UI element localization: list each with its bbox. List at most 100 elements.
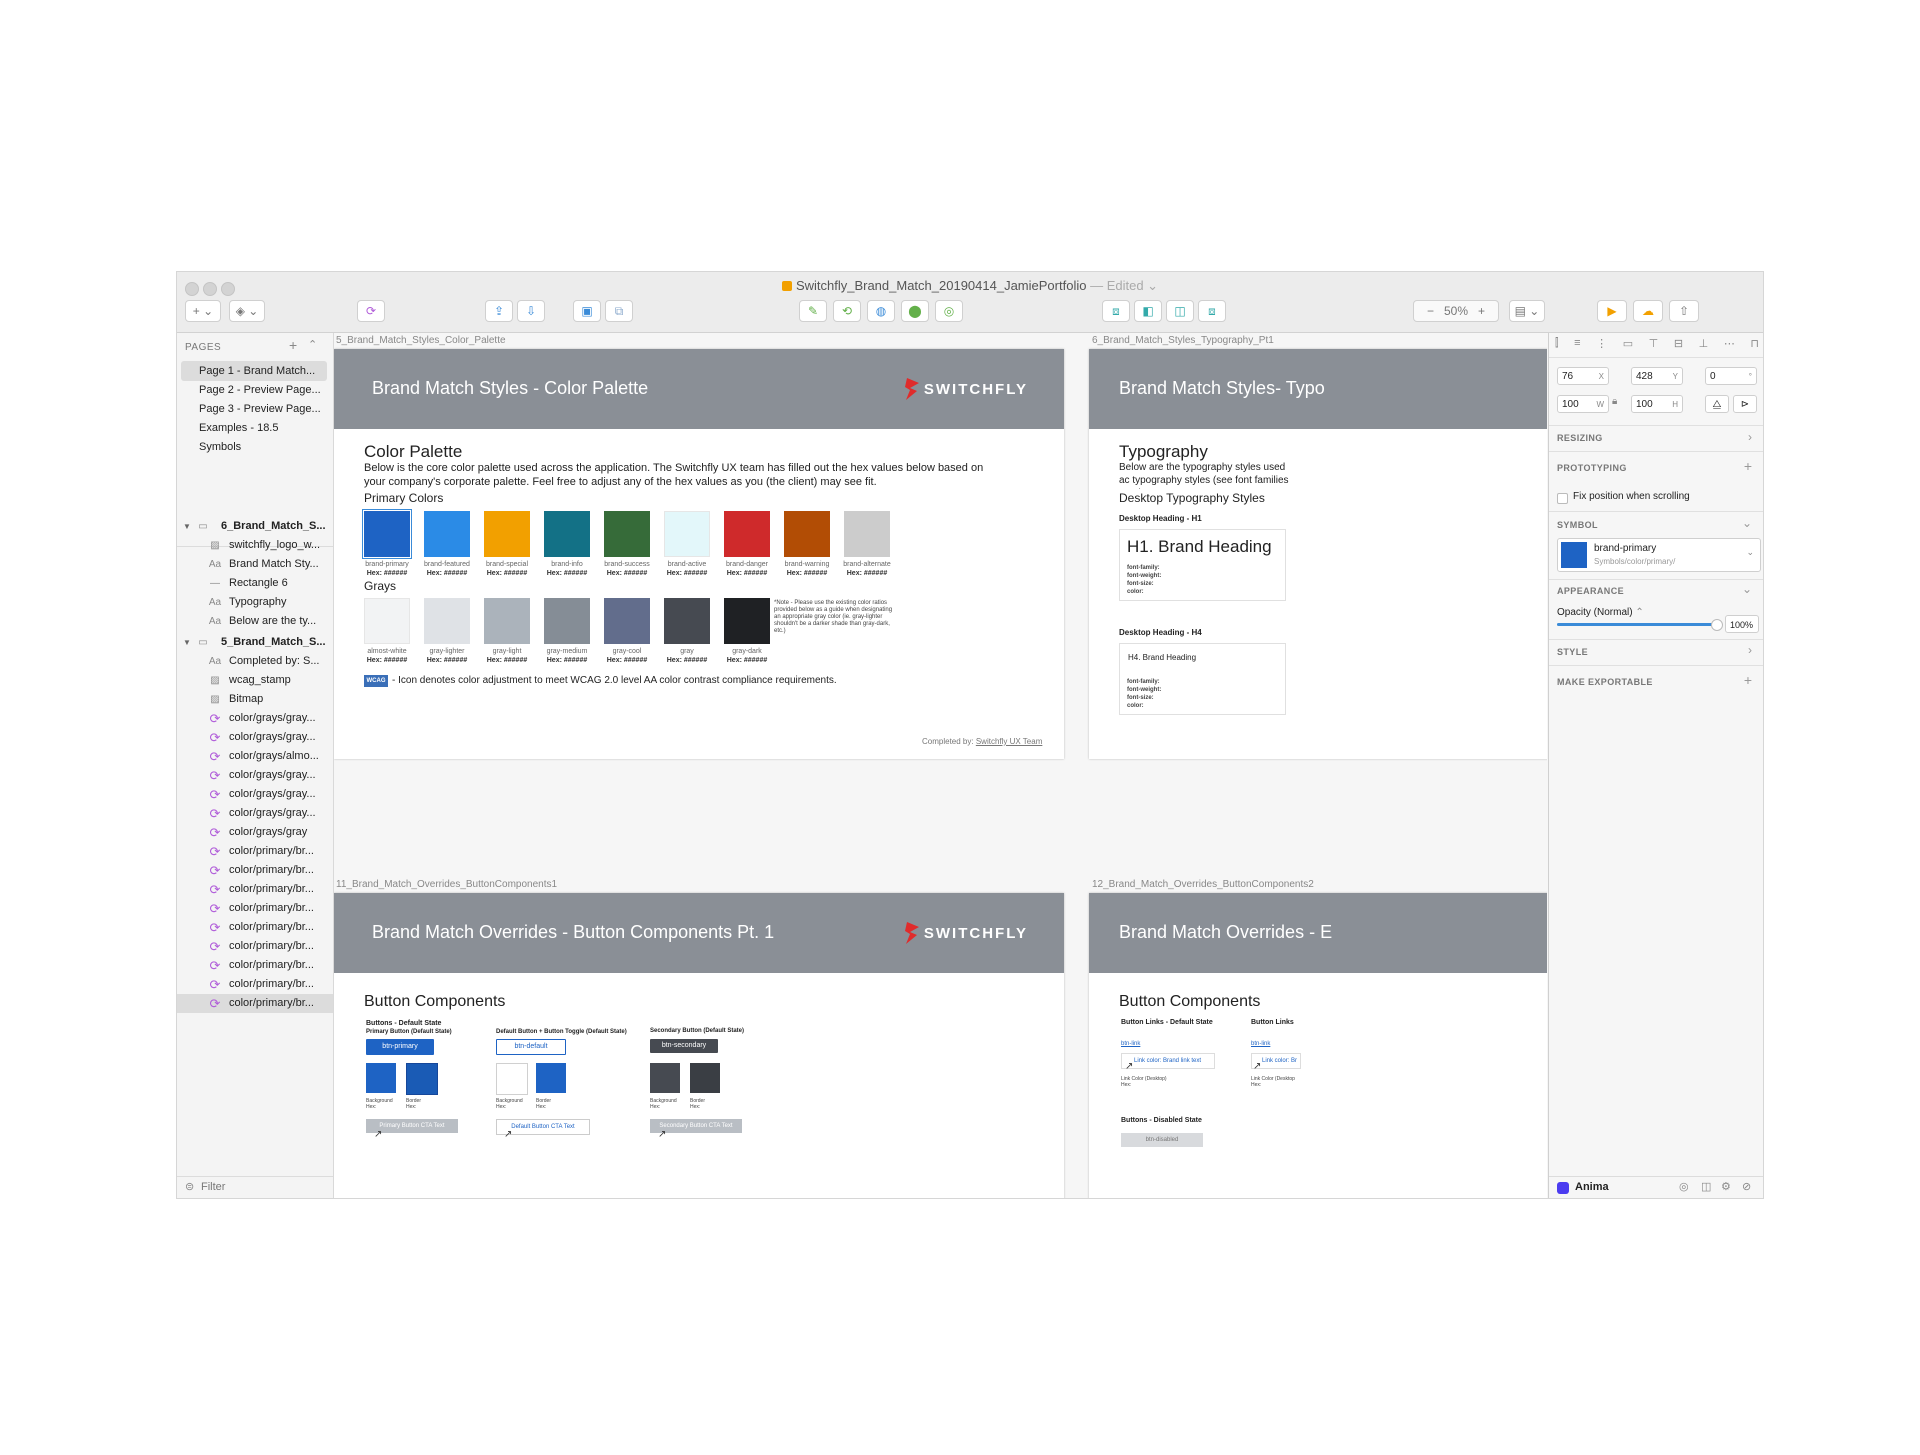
artboard-typography[interactable]: Brand Match Styles- Typo Typography Belo… bbox=[1089, 349, 1547, 759]
layer-item[interactable]: ▨ wcag_stamp bbox=[177, 671, 333, 690]
height-input[interactable]: 100 H bbox=[1631, 395, 1683, 413]
anima-label[interactable]: Anima bbox=[1575, 1181, 1609, 1193]
resizing-section[interactable]: RESIZING bbox=[1557, 433, 1603, 443]
plus-icon[interactable]: + bbox=[1744, 672, 1752, 688]
preview-button[interactable]: ▶ bbox=[1597, 300, 1627, 322]
layers-menu-button[interactable]: ◈ ⌄ bbox=[229, 300, 265, 322]
artboard-label[interactable]: 6_Brand_Match_Styles_Typography_Pt1 bbox=[1092, 335, 1274, 346]
layer-item[interactable]: ⟳ color/primary/br... bbox=[177, 975, 333, 994]
mask-button[interactable]: ◎ bbox=[935, 300, 963, 322]
edit-button[interactable]: ✎ bbox=[799, 300, 827, 322]
rotate-button[interactable]: ◍ bbox=[867, 300, 895, 322]
align-top-icon[interactable]: ⊤ bbox=[1649, 337, 1659, 353]
layer-item[interactable]: ⟳ color/primary/br... bbox=[177, 861, 333, 880]
layer-item[interactable]: — Rectangle 6 bbox=[177, 574, 333, 593]
layer-item[interactable]: ⟳ color/grays/gray... bbox=[177, 728, 333, 747]
appearance-section[interactable]: APPEARANCE bbox=[1557, 586, 1624, 596]
backward-button[interactable]: ⇩ bbox=[517, 300, 545, 322]
plus-icon[interactable]: + bbox=[1744, 458, 1752, 474]
layer-item[interactable]: ⟳ color/grays/gray... bbox=[177, 709, 333, 728]
distribute-icon[interactable]: ⋮ bbox=[1596, 337, 1607, 353]
align-bottom-icon[interactable]: ⊥ bbox=[1699, 337, 1709, 353]
layer-item[interactable]: ⟳ color/grays/gray... bbox=[177, 804, 333, 823]
filter-icon[interactable]: ⊜ bbox=[185, 1180, 194, 1193]
filter-input[interactable]: Filter bbox=[201, 1181, 225, 1193]
page-item[interactable]: Page 1 - Brand Match... bbox=[181, 361, 327, 381]
ungroup-button[interactable]: ⧉ bbox=[605, 300, 633, 322]
color-swatch[interactable] bbox=[362, 509, 412, 559]
color-swatch[interactable] bbox=[424, 511, 470, 557]
layer-item[interactable]: ⟳ color/primary/br... bbox=[177, 899, 333, 918]
layer-item[interactable]: ⟳ color/grays/gray... bbox=[177, 785, 333, 804]
difference-button[interactable]: ⧈ bbox=[1198, 300, 1226, 322]
artboard-label[interactable]: 5_Brand_Match_Styles_Color_Palette bbox=[336, 335, 506, 346]
flatten-button[interactable]: ⬤ bbox=[901, 300, 929, 322]
insert-button[interactable]: + ⌄ bbox=[185, 300, 221, 322]
color-swatch[interactable] bbox=[724, 511, 770, 557]
page-item[interactable]: Page 3 - Preview Page... bbox=[181, 399, 327, 419]
anima-help-icon[interactable]: ⊘ bbox=[1742, 1180, 1751, 1193]
color-swatch[interactable] bbox=[544, 511, 590, 557]
make-exportable-section[interactable]: MAKE EXPORTABLE bbox=[1557, 677, 1653, 687]
flip-horizontal-button[interactable]: ⧋ bbox=[1705, 395, 1729, 413]
layer-item[interactable]: Aa Brand Match Sty... bbox=[177, 555, 333, 574]
color-swatch[interactable] bbox=[604, 511, 650, 557]
lock-icon[interactable]: 🔒︎ bbox=[1612, 396, 1617, 407]
layer-item[interactable]: ▼ ▭ 6_Brand_Match_S... bbox=[177, 517, 333, 536]
layer-item[interactable]: ⟳ color/primary/br... bbox=[177, 918, 333, 937]
width-input[interactable]: 100 W bbox=[1557, 395, 1609, 413]
anima-settings-icon[interactable]: ⚙ bbox=[1721, 1180, 1731, 1193]
forward-button[interactable]: ⇪ bbox=[485, 300, 513, 322]
style-section[interactable]: STYLE bbox=[1557, 647, 1588, 657]
distribute-v-icon[interactable]: ⋯ bbox=[1724, 337, 1735, 353]
chevron-down-icon[interactable]: ⌄ bbox=[1742, 582, 1752, 596]
completed-by-link[interactable]: Switchfly UX Team bbox=[976, 737, 1043, 746]
align-center-icon[interactable]: ≡ bbox=[1574, 337, 1580, 353]
disclosure-triangle-icon[interactable]: ▼ bbox=[183, 517, 191, 536]
align-left-icon[interactable]: ⫿ bbox=[1555, 337, 1559, 353]
color-swatch[interactable] bbox=[484, 511, 530, 557]
layer-item[interactable]: ▨ Bitmap bbox=[177, 690, 333, 709]
color-swatch[interactable] bbox=[724, 598, 770, 644]
color-swatch[interactable] bbox=[604, 598, 650, 644]
export-button[interactable]: ⇧ bbox=[1669, 300, 1699, 322]
view-menu-button[interactable]: ▤ ⌄ bbox=[1509, 300, 1545, 322]
color-swatch[interactable] bbox=[364, 598, 410, 644]
disclosure-triangle-icon[interactable]: ▼ bbox=[183, 633, 191, 652]
symbol-picker[interactable]: brand-primary Symbols/color/primary/ ⌄ bbox=[1557, 538, 1761, 572]
group-button[interactable]: ▣ bbox=[573, 300, 601, 322]
align-middle-icon[interactable]: ⊟ bbox=[1674, 337, 1683, 353]
artboard-label[interactable]: 11_Brand_Match_Overrides_ButtonComponent… bbox=[336, 879, 557, 890]
x-input[interactable]: 76 X bbox=[1557, 367, 1609, 385]
opacity-slider-thumb[interactable] bbox=[1711, 619, 1723, 631]
transform-button[interactable]: ⟲ bbox=[833, 300, 861, 322]
artboard-color-palette[interactable]: Brand Match Styles - Color Palette SWITC… bbox=[334, 349, 1064, 759]
opacity-label[interactable]: Opacity (Normal) ⌃ bbox=[1557, 607, 1644, 618]
chevron-right-icon[interactable]: › bbox=[1748, 430, 1752, 444]
opacity-slider[interactable] bbox=[1557, 619, 1723, 631]
color-swatch[interactable] bbox=[844, 511, 890, 557]
artboard-button-components-1[interactable]: Brand Match Overrides - Button Component… bbox=[334, 893, 1064, 1198]
layer-item[interactable]: ⟳ color/grays/gray... bbox=[177, 766, 333, 785]
fix-position-checkbox[interactable] bbox=[1557, 493, 1568, 504]
artboard-label[interactable]: 12_Brand_Match_Overrides_ButtonComponent… bbox=[1092, 879, 1314, 890]
layer-item[interactable]: Aa Completed by: S... bbox=[177, 652, 333, 671]
page-item[interactable]: Symbols bbox=[181, 437, 327, 457]
color-swatch[interactable] bbox=[424, 598, 470, 644]
page-item[interactable]: Examples - 18.5 bbox=[181, 418, 327, 438]
rotation-input[interactable]: 0 ° bbox=[1705, 367, 1757, 385]
layer-item[interactable]: ▨ switchfly_logo_w... bbox=[177, 536, 333, 555]
layer-item[interactable]: ⟳ color/primary/br... bbox=[177, 880, 333, 899]
color-swatch[interactable] bbox=[664, 598, 710, 644]
create-symbol-button[interactable]: ⟳ bbox=[357, 300, 385, 322]
anima-target-icon[interactable]: ◎ bbox=[1679, 1180, 1689, 1193]
layer-item[interactable]: ⟳ color/grays/gray bbox=[177, 823, 333, 842]
color-swatch[interactable] bbox=[544, 598, 590, 644]
color-swatch[interactable] bbox=[664, 511, 710, 557]
union-button[interactable]: ⧈ bbox=[1102, 300, 1130, 322]
zoom-in-icon[interactable]: + bbox=[1478, 304, 1485, 318]
align-baseline-icon[interactable]: ⊓ bbox=[1750, 337, 1759, 353]
layer-item[interactable]: ⟳ color/grays/almo... bbox=[177, 747, 333, 766]
layer-item[interactable]: ▼ ▭ 5_Brand_Match_S... bbox=[177, 633, 333, 652]
layer-item[interactable]: ⟳ color/primary/br... bbox=[177, 956, 333, 975]
